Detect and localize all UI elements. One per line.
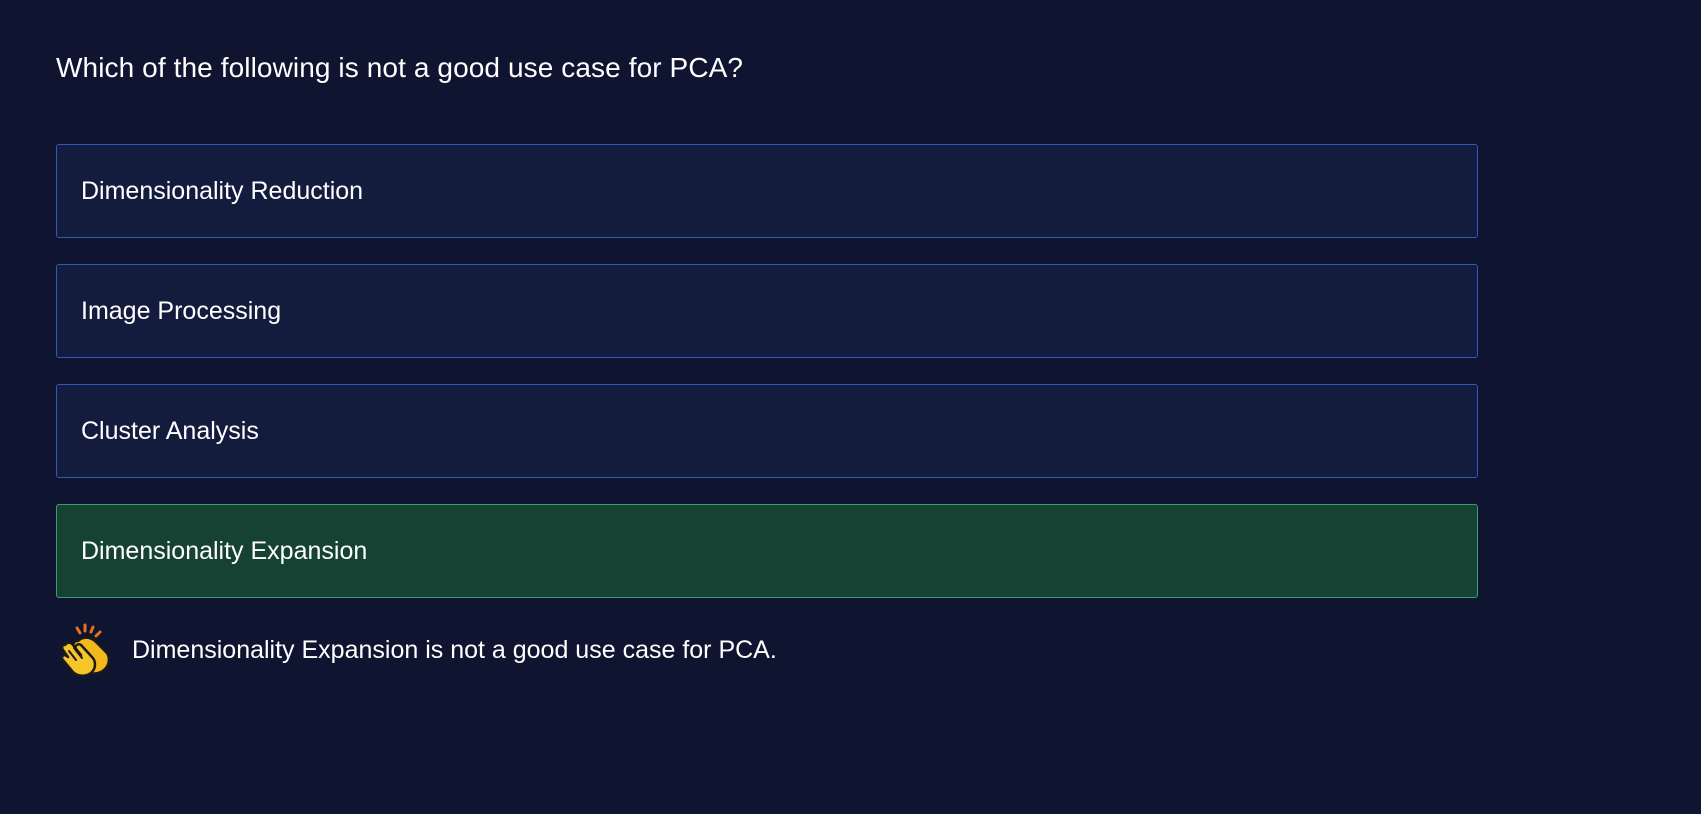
question-text: Which of the following is not a good use… xyxy=(56,52,744,83)
answer-option-label: Dimensionality Reduction xyxy=(81,176,364,205)
clapping-hands-icon xyxy=(56,621,114,679)
feedback-text: Dimensionality Expansion is not a good u… xyxy=(132,635,777,664)
answer-option-1[interactable]: Dimensionality Reduction xyxy=(56,144,1478,238)
answer-option-label: Image Processing xyxy=(81,296,282,325)
answer-option-label: Cluster Analysis xyxy=(81,416,259,445)
answer-option-2[interactable]: Image Processing xyxy=(56,264,1478,358)
answer-option-4-correct[interactable]: Dimensionality Expansion xyxy=(56,504,1478,598)
feedback-message: Dimensionality Expansion is not a good u… xyxy=(56,622,777,678)
answer-option-3[interactable]: Cluster Analysis xyxy=(56,384,1478,478)
answer-option-label: Dimensionality Expansion xyxy=(81,536,368,565)
